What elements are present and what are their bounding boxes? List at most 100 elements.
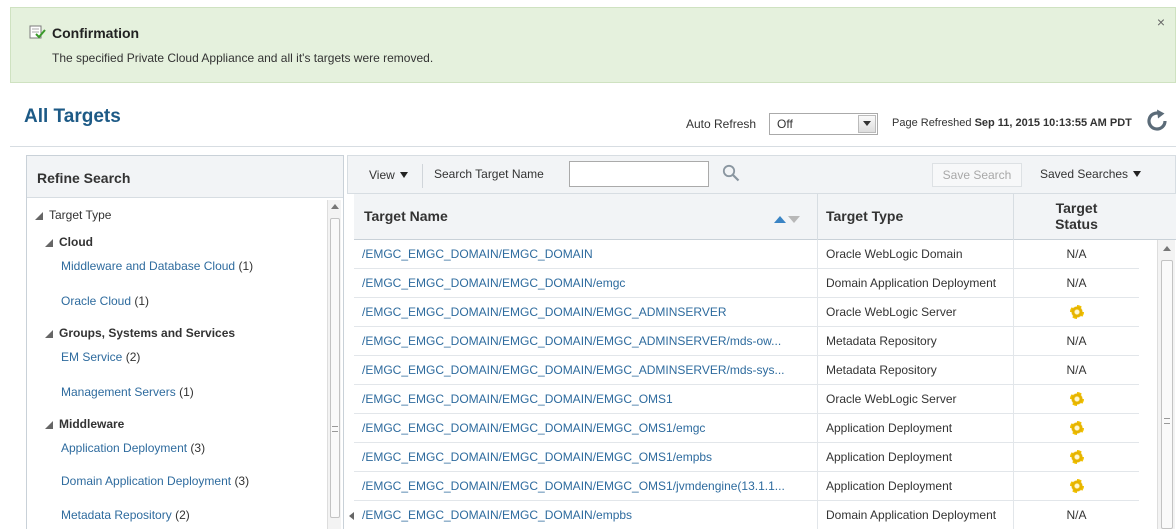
- confirmation-title: Confirmation: [52, 25, 140, 41]
- target-status-cell: N/A: [1014, 501, 1139, 529]
- refine-scrollbar[interactable]: [327, 200, 341, 529]
- status-text: N/A: [1066, 334, 1087, 348]
- scrollbar-thumb[interactable]: [330, 218, 340, 518]
- table-row[interactable]: /EMGC_EMGC_DOMAIN/EMGC_DOMAIN Oracle Web…: [354, 240, 1139, 269]
- table-row[interactable]: /EMGC_EMGC_DOMAIN/EMGC_DOMAIN/EMGC_ADMIN…: [354, 327, 1139, 356]
- page-title: All Targets: [24, 106, 121, 127]
- tree-group-label: Groups, Systems and Services: [59, 326, 236, 340]
- refine-item-count: (1): [238, 259, 254, 273]
- page-refreshed-prefix: Page Refreshed: [892, 117, 975, 129]
- gear-icon[interactable]: [1069, 392, 1084, 406]
- search-icon[interactable]: [722, 164, 740, 182]
- table-row[interactable]: /EMGC_EMGC_DOMAIN/EMGC_DOMAIN/EMGC_ADMIN…: [354, 356, 1139, 385]
- column-header-label: Status: [1055, 216, 1098, 232]
- refine-item-middleware-database-cloud[interactable]: Middleware and Database Cloud (1): [61, 259, 253, 273]
- chevron-down-icon: [399, 172, 408, 178]
- table-row[interactable]: /EMGC_EMGC_DOMAIN/EMGC_DOMAIN/EMGC_OMS1 …: [354, 385, 1139, 414]
- target-status-cell[interactable]: [1014, 472, 1139, 501]
- refine-item-label: Metadata Repository: [61, 508, 172, 522]
- gear-icon[interactable]: [1069, 450, 1084, 464]
- tree-node-label: Target Type: [49, 208, 112, 222]
- close-icon[interactable]: ×: [1157, 14, 1165, 30]
- target-status-cell[interactable]: [1014, 414, 1139, 443]
- expand-triangle-icon: [45, 239, 53, 247]
- target-type-cell: Oracle WebLogic Server: [818, 298, 1014, 327]
- gear-icon[interactable]: [1069, 305, 1084, 319]
- target-name-link[interactable]: /EMGC_EMGC_DOMAIN/EMGC_DOMAIN/empbs: [354, 501, 818, 529]
- auto-refresh-select[interactable]: Off: [769, 113, 878, 135]
- search-target-name-input[interactable]: [569, 161, 709, 187]
- targets-table: Target Name Target Type Target Status /E…: [354, 194, 1176, 529]
- gear-icon[interactable]: [1069, 421, 1084, 435]
- target-name-link[interactable]: /EMGC_EMGC_DOMAIN/EMGC_DOMAIN/emgc: [354, 269, 818, 298]
- target-status-cell[interactable]: [1014, 385, 1139, 414]
- status-text: N/A: [1066, 508, 1087, 522]
- table-header: Target Name Target Type Target Status: [354, 194, 1176, 240]
- expand-triangle-icon: [45, 330, 53, 338]
- target-name-link[interactable]: /EMGC_EMGC_DOMAIN/EMGC_DOMAIN: [354, 240, 818, 269]
- target-name-link[interactable]: /EMGC_EMGC_DOMAIN/EMGC_DOMAIN/EMGC_ADMIN…: [354, 356, 818, 385]
- saved-searches-menu[interactable]: Saved Searches: [1040, 167, 1142, 181]
- refine-item-count: (2): [125, 350, 141, 364]
- table-row[interactable]: /EMGC_EMGC_DOMAIN/EMGC_DOMAIN/emgc Domai…: [354, 269, 1139, 298]
- sort-descending-icon[interactable]: [788, 216, 800, 223]
- status-text: N/A: [1066, 247, 1087, 261]
- targets-toolbar: View Search Target Name Save Search Save…: [347, 155, 1176, 194]
- save-search-button[interactable]: Save Search: [932, 163, 1022, 187]
- gear-icon[interactable]: [1069, 479, 1084, 493]
- table-scrollbar[interactable]: [1157, 240, 1175, 529]
- target-status-cell: N/A: [1014, 240, 1139, 269]
- target-type-cell: Metadata Repository: [818, 327, 1014, 356]
- column-header-target-status[interactable]: Target Status: [1014, 194, 1139, 240]
- toolbar-divider: [422, 164, 423, 188]
- confirmation-banner: Confirmation The specified Private Cloud…: [10, 7, 1176, 83]
- tree-group-cloud[interactable]: Cloud: [45, 235, 93, 249]
- status-text: N/A: [1066, 276, 1087, 290]
- scroll-left-icon[interactable]: [349, 512, 354, 520]
- column-header-target-name[interactable]: Target Name: [354, 194, 818, 240]
- refine-item-label: Domain Application Deployment: [61, 474, 232, 488]
- scroll-up-icon[interactable]: [1163, 246, 1171, 251]
- view-menu-button[interactable]: View: [369, 168, 408, 182]
- refine-item-em-service[interactable]: EM Service (2): [61, 350, 140, 364]
- target-status-cell[interactable]: [1014, 443, 1139, 472]
- tree-group-middleware[interactable]: Middleware: [45, 417, 124, 431]
- scrollbar-grip-icon: [1164, 418, 1170, 424]
- target-type-cell: Oracle WebLogic Domain: [818, 240, 1014, 269]
- sort-ascending-icon[interactable]: [774, 216, 786, 223]
- column-header-label: Target Name: [364, 208, 448, 224]
- check-document-icon: [29, 25, 46, 39]
- refine-item-management-servers[interactable]: Management Servers (1): [61, 385, 194, 399]
- refresh-icon[interactable]: [1144, 108, 1170, 134]
- table-row[interactable]: /EMGC_EMGC_DOMAIN/EMGC_DOMAIN/empbs Doma…: [354, 501, 1139, 529]
- target-type-cell: Domain Application Deployment: [818, 269, 1014, 298]
- refine-item-count: (2): [175, 508, 190, 522]
- confirmation-message: The specified Private Cloud Appliance an…: [52, 51, 434, 65]
- target-name-link[interactable]: /EMGC_EMGC_DOMAIN/EMGC_DOMAIN/EMGC_OMS1/…: [354, 443, 818, 472]
- tree-group-label: Cloud: [59, 235, 93, 249]
- scroll-up-icon[interactable]: [331, 204, 339, 209]
- refine-item-domain-application-deployment[interactable]: Domain Application Deployment (3): [61, 474, 249, 488]
- refine-item-metadata-repository[interactable]: Metadata Repository (2): [61, 508, 190, 522]
- refine-item-application-deployment[interactable]: Application Deployment (3): [61, 441, 205, 455]
- table-row[interactable]: /EMGC_EMGC_DOMAIN/EMGC_DOMAIN/EMGC_ADMIN…: [354, 298, 1139, 327]
- scrollbar-thumb[interactable]: [1161, 260, 1173, 529]
- table-row[interactable]: /EMGC_EMGC_DOMAIN/EMGC_DOMAIN/EMGC_OMS1/…: [354, 472, 1139, 501]
- column-header-target-type[interactable]: Target Type: [818, 194, 1014, 240]
- target-name-link[interactable]: /EMGC_EMGC_DOMAIN/EMGC_DOMAIN/EMGC_ADMIN…: [354, 298, 818, 327]
- tree-group-groups-systems-services[interactable]: Groups, Systems and Services: [45, 326, 235, 340]
- target-type-cell: Domain Application Deployment: [818, 501, 1014, 529]
- table-row[interactable]: /EMGC_EMGC_DOMAIN/EMGC_DOMAIN/EMGC_OMS1/…: [354, 443, 1139, 472]
- sort-icon[interactable]: [774, 210, 800, 226]
- target-status-cell[interactable]: [1014, 298, 1139, 327]
- target-name-link[interactable]: /EMGC_EMGC_DOMAIN/EMGC_DOMAIN/EMGC_OMS1/…: [354, 472, 818, 501]
- table-row[interactable]: /EMGC_EMGC_DOMAIN/EMGC_DOMAIN/EMGC_OMS1/…: [354, 414, 1139, 443]
- tree-node-target-type[interactable]: Target Type: [35, 208, 111, 222]
- refine-item-label: Management Servers: [61, 385, 176, 399]
- target-name-link[interactable]: /EMGC_EMGC_DOMAIN/EMGC_DOMAIN/EMGC_OMS1: [354, 385, 818, 414]
- refine-item-oracle-cloud[interactable]: Oracle Cloud (1): [61, 294, 149, 308]
- target-status-cell: N/A: [1014, 269, 1139, 298]
- target-name-link[interactable]: /EMGC_EMGC_DOMAIN/EMGC_DOMAIN/EMGC_ADMIN…: [354, 327, 818, 356]
- target-name-link[interactable]: /EMGC_EMGC_DOMAIN/EMGC_DOMAIN/EMGC_OMS1/…: [354, 414, 818, 443]
- chevron-down-icon[interactable]: [858, 115, 876, 133]
